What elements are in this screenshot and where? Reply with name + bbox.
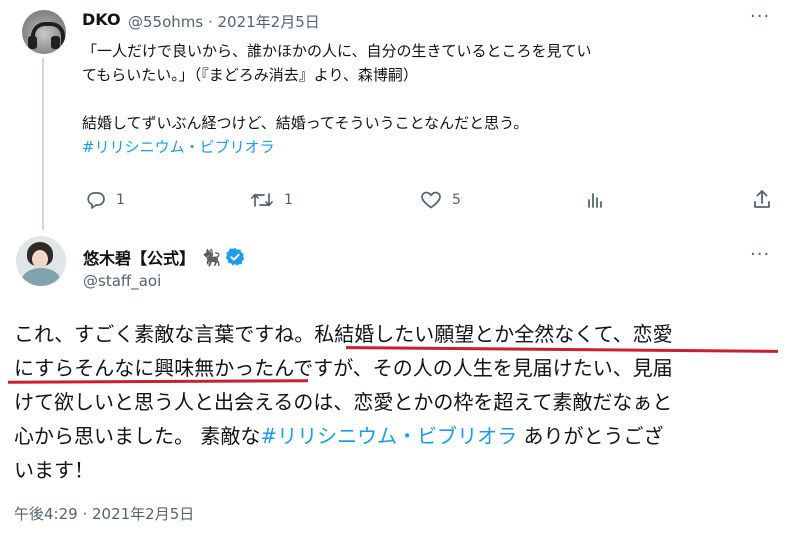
reply-line xyxy=(82,87,592,111)
handle[interactable]: @staff_aoi xyxy=(83,272,161,290)
reply-text: 「一人だけで良いから、誰かほかの人に、自分の生きているところを見てい てもらいた… xyxy=(82,39,592,159)
display-name[interactable]: DKO xyxy=(82,10,121,29)
retweet-icon xyxy=(251,193,273,207)
handle-date[interactable]: @55ohms · 2021年2月5日 xyxy=(128,11,320,32)
text-segment: にすらそんなに興味無かったん xyxy=(14,356,294,380)
reply-count: 1 xyxy=(116,192,125,208)
share-icon xyxy=(754,190,770,208)
text-segment: 心から思いました。 素敵な xyxy=(14,424,261,448)
display-name-text: 悠木碧【公式】 xyxy=(83,249,196,268)
tweet-line: 心から思いました。 素敵な#リリシニウム・ビブリオラ ありがとうござ xyxy=(14,419,784,453)
retweet-count: 1 xyxy=(284,192,293,208)
text-segment: 私結婚したい願望とか全然なくて、恋愛 xyxy=(314,322,673,346)
analytics-button[interactable] xyxy=(585,190,605,210)
text-segment: これ、すごく素敵な言葉ですね。 xyxy=(14,322,315,346)
hashtag-link[interactable]: #リリシニウム・ビブリオラ xyxy=(82,135,592,159)
retweet-button[interactable]: 1 xyxy=(250,190,293,210)
reply-line: 結婚してずいぶん経つけど、結婚ってそういうことなんだと思う。 xyxy=(82,114,529,132)
more-icon[interactable]: ··· xyxy=(750,6,770,27)
reply-line: てもらいたい。」（『まどろみ消去』より、森博嗣） xyxy=(82,66,418,84)
more-icon[interactable]: ··· xyxy=(750,244,770,265)
text-segment: ありがとうござ xyxy=(517,424,664,448)
reply-icon xyxy=(87,192,105,209)
verified-badge-icon xyxy=(225,248,245,266)
reply-line: 「一人だけで良いから、誰かほかの人に、自分の生きているところを見てい xyxy=(82,42,592,60)
display-name[interactable]: 悠木碧【公式】 🐈‍⬛ xyxy=(83,245,245,269)
cat-emoji: 🐈‍⬛ xyxy=(201,247,221,267)
analytics-icon xyxy=(588,193,602,208)
tweet-text: これ、すごく素敵な言葉ですね。私結婚したい願望とか全然なくて、恋愛 にすらそんな… xyxy=(14,317,784,487)
avatar[interactable] xyxy=(16,236,66,286)
tweet-line: けて欲しいと思う人と出会えるのは、恋愛とかの枠を超えて素敵だなぁと xyxy=(14,390,673,414)
like-button[interactable]: 5 xyxy=(420,190,461,210)
hashtag-link[interactable]: #リリシニウム・ビブリオラ xyxy=(260,424,517,448)
share-button[interactable] xyxy=(752,188,772,210)
tweet-line: います！ xyxy=(14,458,94,482)
avatar[interactable] xyxy=(22,10,66,54)
reply-button[interactable]: 1 xyxy=(86,190,125,210)
timestamp[interactable]: 午後4:29 · 2021年2月5日 xyxy=(14,503,194,524)
thread-connector xyxy=(42,58,44,230)
text-segment: ですが、その人の人生を見届けたい、見届 xyxy=(293,356,673,380)
like-count: 5 xyxy=(452,192,461,208)
heart-icon xyxy=(421,191,441,209)
